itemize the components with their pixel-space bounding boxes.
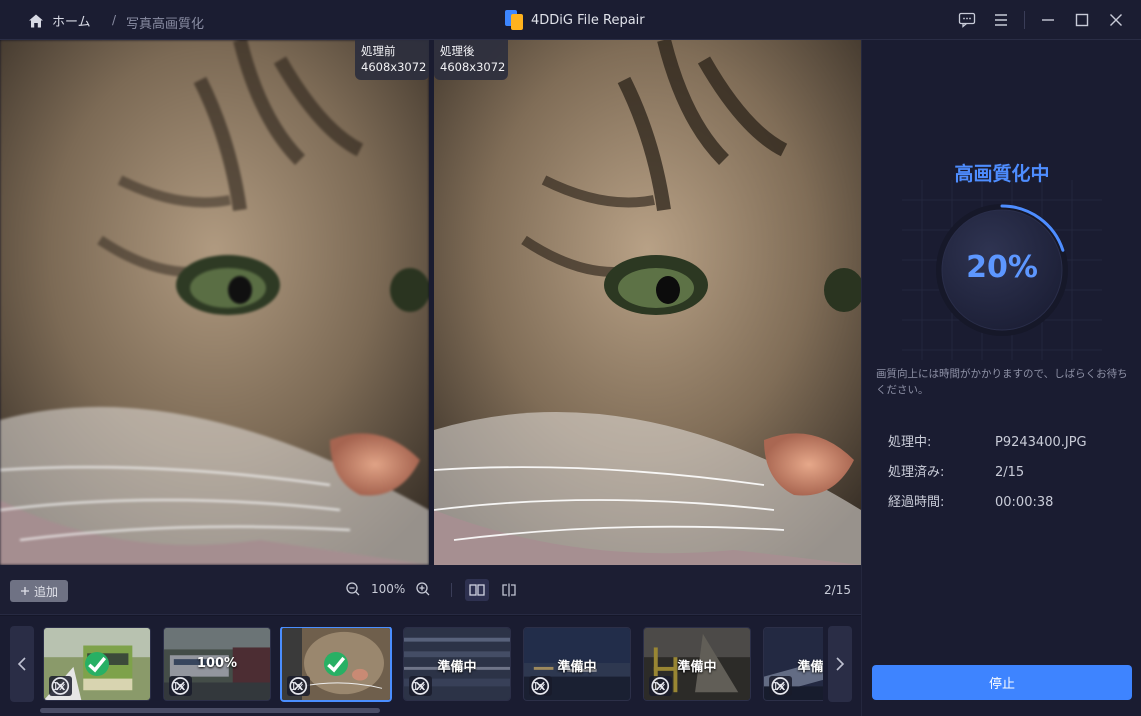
preview-toolbar: 追加 100% 2/15 — [0, 565, 861, 615]
after-image: 処理後 4608x3072 — [434, 40, 861, 565]
progress-panel: 高画質化中 20% 画質向上には時間がかかりますので、しばらくお待ちください。 … — [861, 40, 1141, 716]
elapsed-label: 経過時間: — [888, 495, 945, 510]
scale-icon — [171, 677, 190, 695]
side-by-side-icon — [469, 584, 485, 596]
before-label-text: 処理前 — [361, 44, 396, 58]
feedback-icon — [958, 12, 976, 28]
app-title-text: 4DDiG File Repair — [531, 12, 645, 28]
scroll-left-button[interactable] — [10, 626, 34, 702]
add-label: 追加 — [33, 584, 58, 599]
thumbnail-item[interactable]: 準備中 1x — [403, 627, 511, 701]
scale-icon — [531, 677, 550, 695]
thumbnail-item[interactable]: 1x — [43, 627, 151, 701]
breadcrumb: 写真高画質化 — [126, 17, 205, 32]
progress-note: 画質向上には時間がかかりますので、しばらくお待ちください。 — [876, 368, 1128, 396]
zoom-value: 100% — [371, 582, 406, 596]
title-bar: ホーム / 写真高画質化 4DDiG File Repair — [0, 0, 1141, 40]
done-check — [85, 652, 109, 676]
scale-badge: 1x — [769, 676, 792, 696]
thumbnail-item[interactable]: 準備中 1x — [643, 627, 751, 701]
done-check — [324, 652, 348, 676]
check-icon — [327, 656, 346, 673]
info-row-processing: 処理中: P9243400.JPG — [888, 431, 1087, 450]
before-image: 処理前 4608x3072 — [0, 40, 429, 565]
zoom-controls: 100% — [345, 581, 431, 597]
thumbnail-status: 準備中 — [797, 660, 823, 675]
elapsed-value: 00:00:38 — [995, 495, 1054, 510]
info-row-done: 処理済み: 2/15 — [888, 461, 1024, 480]
scale-icon — [411, 677, 430, 695]
scale-badge: 1x — [409, 676, 432, 696]
home-label: ホーム — [52, 15, 91, 30]
before-size-text: 4608x3072 — [361, 60, 427, 74]
menu-button[interactable] — [984, 0, 1018, 40]
scale-badge: 1x — [529, 676, 552, 696]
maximize-button[interactable] — [1065, 0, 1099, 40]
minimize-button[interactable] — [1031, 0, 1065, 40]
scale-icon — [651, 677, 670, 695]
plus-icon — [20, 587, 29, 595]
progress-title: 高画質化中 — [954, 163, 1050, 185]
home-link[interactable]: ホーム — [28, 11, 91, 30]
scale-badge: 1x — [649, 676, 672, 696]
window-controls — [950, 0, 1141, 40]
thumbnail-status: 準備中 — [557, 660, 597, 675]
preview-area: 処理前 4608x3072 処理後 4608x3072 — [0, 40, 861, 565]
cat-photo-after — [434, 40, 861, 565]
controls-divider — [1024, 11, 1025, 29]
zoom-in-icon[interactable] — [415, 581, 431, 597]
breadcrumb-separator: / — [112, 13, 117, 27]
processing-label: 処理中: — [888, 435, 932, 450]
thumbnail-status: 準備中 — [677, 660, 717, 675]
scale-badge: 1x — [169, 676, 192, 696]
menu-icon — [995, 14, 1007, 26]
side-by-side-button[interactable] — [465, 579, 489, 601]
app-title: 4DDiG File Repair — [505, 10, 645, 30]
after-label: 処理後 4608x3072 — [434, 40, 508, 80]
thumbnail-scrollbar[interactable] — [40, 708, 380, 713]
processing-value: P9243400.JPG — [995, 435, 1087, 450]
done-value: 2/15 — [995, 465, 1025, 480]
home-icon — [29, 14, 43, 27]
chevron-left-icon — [17, 657, 26, 671]
close-icon — [1110, 14, 1122, 26]
progress-percent: 20% — [966, 250, 1038, 285]
thumbnail-list: 1x 100% 1x 1x 準備中 1x 準備中 1x 準備中 1x 準備 1x — [43, 627, 823, 703]
thumbnail-item[interactable]: 100% 1x — [163, 627, 271, 701]
minimize-icon — [1042, 19, 1054, 21]
split-compare-button[interactable] — [497, 579, 521, 601]
done-label: 処理済み: — [888, 465, 945, 480]
progress-ring: 20% — [932, 200, 1072, 340]
info-row-elapsed: 経過時間: 00:00:38 — [888, 491, 1053, 510]
scale-icon — [51, 677, 70, 695]
thumbnail-status: 準備中 — [437, 660, 477, 675]
check-icon — [88, 656, 107, 673]
before-label: 処理前 4608x3072 — [355, 40, 429, 80]
scroll-right-button[interactable] — [828, 626, 852, 702]
feedback-button[interactable] — [950, 0, 984, 40]
cat-photo-before — [0, 40, 429, 565]
thumbnail-status: 100% — [196, 656, 238, 671]
scale-icon — [771, 677, 790, 695]
thumbnail-item-selected[interactable]: 1x — [280, 627, 392, 702]
image-counter: 2/15 — [824, 583, 851, 597]
chevron-right-icon — [836, 657, 845, 671]
thumbnail-item[interactable]: 準備中 1x — [523, 627, 631, 701]
scale-badge: 1x — [287, 676, 310, 696]
after-size-text: 4608x3072 — [440, 60, 506, 74]
split-compare-icon — [502, 583, 516, 597]
maximize-icon — [1075, 13, 1089, 27]
scale-badge: 1x — [49, 676, 72, 696]
toolbar-divider — [451, 583, 452, 597]
thumbnail-item[interactable]: 準備中 1x — [763, 627, 823, 701]
stop-button[interactable]: 停止 — [872, 665, 1132, 700]
app-logo — [505, 10, 523, 30]
thumbnail-strip: 1x 100% 1x 1x 準備中 1x 準備中 1x 準備中 1x 準備 1x — [0, 616, 861, 716]
add-button[interactable]: 追加 — [10, 580, 68, 602]
scale-icon — [289, 677, 308, 695]
after-label-text: 処理後 — [440, 44, 475, 58]
view-mode-buttons — [465, 579, 521, 601]
close-button[interactable] — [1099, 0, 1133, 40]
zoom-out-icon[interactable] — [345, 581, 361, 597]
